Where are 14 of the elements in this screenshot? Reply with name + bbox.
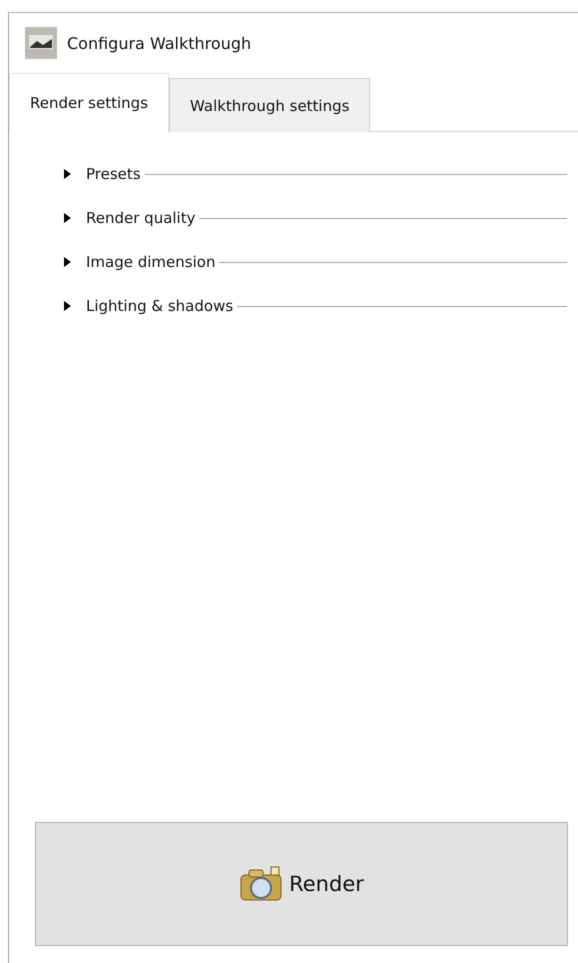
- expander-arrow-icon: [63, 168, 72, 180]
- tab[interactable]: Render settings: [9, 73, 169, 132]
- window-title: Configura Walkthrough: [67, 34, 252, 52]
- section-header[interactable]: Image dimension: [63, 253, 216, 271]
- expander-arrow-icon: [63, 256, 72, 268]
- section-header[interactable]: Lighting & shadows: [63, 297, 234, 315]
- section-header[interactable]: Render quality: [63, 209, 196, 227]
- expander-arrow-icon: [63, 300, 72, 312]
- tab[interactable]: Walkthrough settings: [169, 78, 370, 132]
- window-app-icon: [25, 27, 57, 59]
- expander-arrow-icon: [63, 212, 72, 224]
- camera-icon: [239, 866, 284, 902]
- render-button[interactable]: Render: [35, 822, 568, 946]
- section-header[interactable]: Presets: [63, 165, 141, 183]
